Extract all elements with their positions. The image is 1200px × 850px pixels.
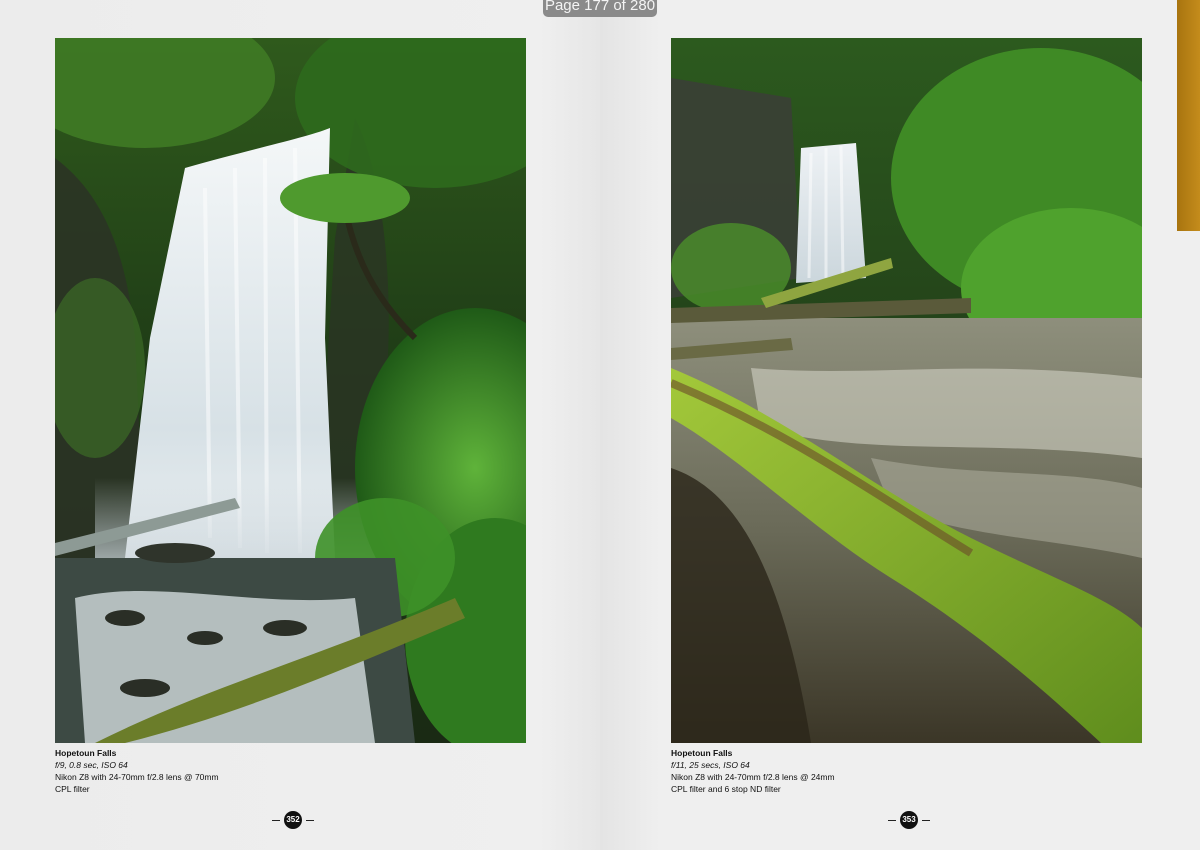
left-caption: Hopetoun Falls f/9, 0.8 sec, ISO 64 Niko… xyxy=(55,747,219,795)
page-indicator: Page 177 of 280 xyxy=(543,0,657,17)
right-caption-settings: f/11, 25 secs, ISO 64 xyxy=(671,760,750,770)
left-page-number: 352 xyxy=(272,811,314,829)
right-caption-title: Hopetoun Falls xyxy=(671,748,733,758)
folio-dash xyxy=(888,819,896,821)
right-caption: Hopetoun Falls f/11, 25 secs, ISO 64 Nik… xyxy=(671,747,835,795)
folio-dash xyxy=(272,819,280,821)
right-caption-gear: Nikon Z8 with 24-70mm f/2.8 lens @ 24mm xyxy=(671,772,835,782)
folio-dash xyxy=(306,819,314,821)
left-photo xyxy=(55,38,526,743)
book-viewer: Page 177 of 280 Hopetoun Falls f/9, 0.8 … xyxy=(0,0,1200,850)
right-page-number: 353 xyxy=(888,811,930,829)
left-caption-filter: CPL filter xyxy=(55,784,90,794)
left-caption-gear: Nikon Z8 with 24-70mm f/2.8 lens @ 70mm xyxy=(55,772,219,782)
right-photo xyxy=(671,38,1142,743)
page-number-badge: 352 xyxy=(284,811,302,829)
folio-dash xyxy=(922,819,930,821)
waterfall-photo-icon xyxy=(55,38,526,743)
left-caption-settings: f/9, 0.8 sec, ISO 64 xyxy=(55,760,128,770)
waterfall-river-photo-icon xyxy=(671,38,1142,743)
right-caption-filter: CPL filter and 6 stop ND filter xyxy=(671,784,781,794)
page-number-badge: 353 xyxy=(900,811,918,829)
left-caption-title: Hopetoun Falls xyxy=(55,748,117,758)
bookmark-tab[interactable] xyxy=(1177,0,1200,231)
